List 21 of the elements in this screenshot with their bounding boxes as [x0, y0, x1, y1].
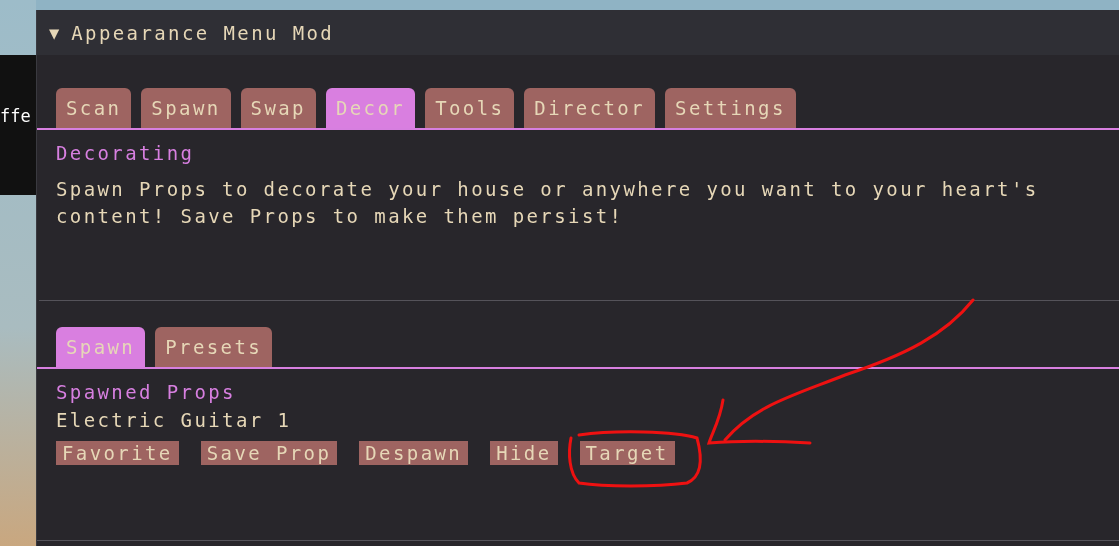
- prop-name: Electric Guitar 1: [56, 409, 293, 431]
- action-button[interactable]: Favorite: [56, 441, 179, 465]
- window-title: Appearance Menu Mod: [71, 21, 335, 44]
- section-description: Spawn Props to decorate your house or anywhere you want to your heart's content! Save Props to make them persist!: [56, 177, 1040, 229]
- tab[interactable]: Spawn: [141, 88, 231, 128]
- background-window-text: ffe: [0, 106, 31, 126]
- list-heading: Spawned Props: [56, 381, 237, 403]
- tab[interactable]: Spawn: [56, 327, 146, 367]
- tab[interactable]: Decor: [325, 88, 416, 128]
- tab[interactable]: Scan: [56, 88, 132, 128]
- tab[interactable]: Director: [524, 88, 656, 128]
- tab[interactable]: Tools: [425, 88, 515, 128]
- action-button[interactable]: Target: [579, 441, 675, 465]
- section-heading: Decorating: [56, 142, 196, 164]
- action-button[interactable]: Hide: [490, 441, 558, 465]
- tab[interactable]: Swap: [240, 88, 316, 128]
- action-button[interactable]: Despawn: [359, 441, 469, 465]
- collapse-toggle[interactable]: ▼: [49, 22, 60, 43]
- tab[interactable]: Settings: [665, 88, 796, 128]
- action-button[interactable]: Save Prop: [200, 441, 338, 465]
- tab[interactable]: Presets: [155, 327, 273, 367]
